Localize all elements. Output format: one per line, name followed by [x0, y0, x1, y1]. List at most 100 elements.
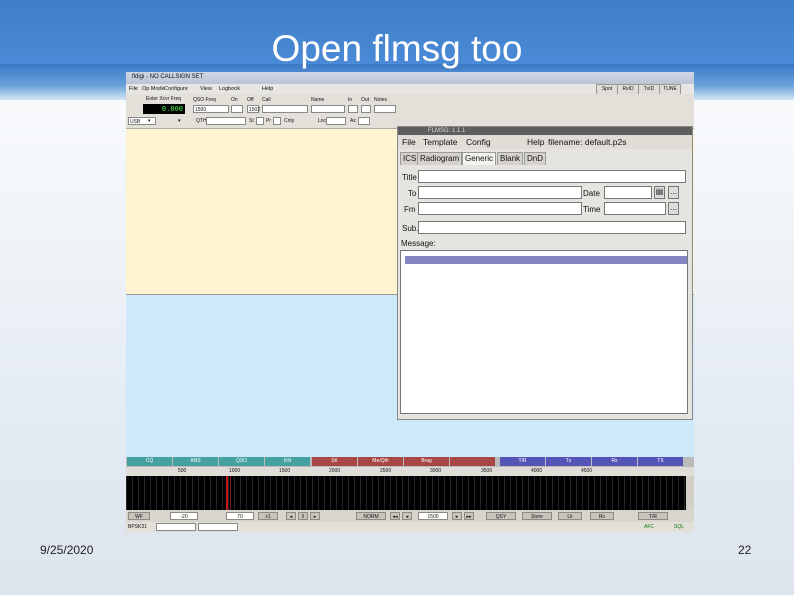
norm-button[interactable]: NORM	[356, 512, 386, 520]
tr-button[interactable]: T/R	[638, 512, 668, 520]
flmsg-menu-help[interactable]: Help	[527, 137, 544, 147]
step-forward-icon[interactable]: ▸	[452, 512, 462, 520]
off-label: Off	[247, 97, 254, 103]
signal-range-field[interactable]: 70	[226, 512, 254, 520]
carrier-freq-field[interactable]: 1500	[418, 512, 448, 520]
time-on-field[interactable]	[231, 105, 243, 113]
status-bar: BPSK31 AFC SQL	[126, 522, 694, 532]
scale-tick: 500	[178, 468, 187, 474]
azimuth-field[interactable]	[358, 117, 370, 125]
date-picker-button[interactable]: ...	[668, 186, 679, 199]
fast-forward-icon[interactable]: ▸▸	[464, 512, 474, 520]
macro-bar: CQ ANS QSO KN SK Me/Qth Brag T/R Tx Rx T…	[126, 457, 694, 467]
scale-tick: 4500	[581, 468, 593, 474]
wf-mode-button[interactable]: WF	[128, 512, 150, 520]
rewind-icon[interactable]: ◂	[286, 512, 296, 520]
status-field-2	[198, 523, 238, 531]
rst-out-field[interactable]	[361, 105, 371, 113]
time-picker-button[interactable]: ...	[668, 202, 679, 215]
out-label: Out	[361, 97, 370, 103]
macro-kn[interactable]: KN	[265, 457, 310, 466]
macro-qso[interactable]: QSO	[219, 457, 264, 466]
menu-file[interactable]: File	[129, 86, 138, 92]
tab-dnd[interactable]: DnD	[524, 152, 547, 165]
date-label: Date	[583, 189, 600, 198]
forward-icon[interactable]: ▸	[310, 512, 320, 520]
macro-sk[interactable]: SK	[312, 457, 357, 466]
macro-brag[interactable]: Brag	[404, 457, 449, 466]
signal-level-field[interactable]: -20	[170, 512, 198, 520]
slide-date: 9/25/2020	[40, 543, 94, 557]
tab-radiogram[interactable]: Radiogram	[417, 152, 463, 165]
fm-field[interactable]	[418, 202, 582, 215]
qso-freq-field[interactable]: 1500	[193, 105, 229, 113]
macro-ans[interactable]: ANS	[173, 457, 218, 466]
tuning-cursor[interactable]	[226, 476, 228, 510]
time-field[interactable]	[604, 202, 666, 215]
waterfall[interactable]	[126, 476, 686, 510]
menu-help[interactable]: Help	[262, 86, 273, 92]
status-mode[interactable]: BPSK31	[128, 524, 147, 530]
pause-icon[interactable]: ‖	[298, 512, 308, 520]
afc-toggle[interactable]: AFC	[644, 524, 654, 530]
qso-freq-label: QSO Freq	[193, 97, 216, 103]
macro-empty[interactable]	[450, 457, 495, 466]
scale-tick: 2000	[329, 468, 341, 474]
calendar-icon[interactable]: ▤	[654, 186, 665, 199]
flmsg-titlebar: FLMSG: 1.1.1	[398, 127, 692, 135]
menu-op-mode[interactable]: Op Mode	[142, 86, 165, 92]
frequency-display[interactable]: 0.000	[143, 104, 185, 114]
enter-xcvr-freq-label: Enter Xcvr Freq	[146, 96, 182, 102]
mode-select[interactable]: USB	[128, 117, 156, 125]
date-field[interactable]	[604, 186, 652, 199]
tab-generic[interactable]: Generic	[462, 152, 497, 165]
macro-tx-2[interactable]: TX	[638, 457, 683, 466]
lock-button[interactable]: Lk	[558, 512, 582, 520]
rst-in-field[interactable]	[348, 105, 358, 113]
to-label: To	[408, 189, 417, 198]
status-field-1	[156, 523, 196, 531]
subject-field[interactable]	[418, 221, 686, 234]
macro-rx[interactable]: Rx	[592, 457, 637, 466]
menu-logbook[interactable]: Logbook	[219, 86, 240, 92]
title-field[interactable]	[418, 170, 686, 183]
sql-toggle[interactable]: SQL	[674, 524, 684, 530]
waterfall-controls: WF -20 70 x1 ◂ ‖ ▸ NORM ◂◂ ◂ 1500 ▸ ▸▸ Q…	[126, 510, 694, 522]
flmsg-menu-config[interactable]: Config	[466, 137, 491, 147]
step-back-icon[interactable]: ◂	[402, 512, 412, 520]
zoom-button[interactable]: x1	[258, 512, 278, 520]
to-field[interactable]	[418, 186, 582, 199]
call-label: Call	[262, 97, 271, 103]
province-field[interactable]	[273, 117, 281, 125]
menu-view[interactable]: View	[200, 86, 212, 92]
macro-me-qth[interactable]: Me/Qth	[358, 457, 403, 466]
notes-field[interactable]	[374, 105, 396, 113]
locator-field[interactable]	[326, 117, 346, 125]
notes-label: Notes	[374, 97, 388, 103]
state-field[interactable]	[256, 117, 264, 125]
call-field[interactable]	[262, 105, 308, 113]
qth-field[interactable]	[206, 117, 246, 125]
fast-rewind-icon[interactable]: ◂◂	[390, 512, 400, 520]
flmsg-menu-template[interactable]: Template	[423, 137, 458, 147]
tab-blank[interactable]: Blank	[497, 152, 524, 165]
country-field[interactable]	[283, 117, 313, 125]
bandwidth-chevron-down-icon: ▾	[178, 118, 181, 124]
message-selection	[405, 256, 687, 264]
qsy-button[interactable]: QSY	[486, 512, 516, 520]
time-off-field[interactable]: 1502	[247, 105, 260, 113]
pr-label: Pr	[266, 118, 271, 124]
menu-configure[interactable]: Configure	[164, 86, 188, 92]
message-textarea[interactable]	[400, 250, 688, 414]
name-field[interactable]	[311, 105, 345, 113]
flmsg-menu-file[interactable]: File	[402, 137, 416, 147]
store-button[interactable]: Store	[522, 512, 552, 520]
macro-t-r[interactable]: T/R	[500, 457, 545, 466]
fldigi-window-title: fldigi - NO CALLSIGN SET	[132, 74, 204, 80]
macro-cq[interactable]: CQ	[127, 457, 172, 466]
name-label: Name	[311, 97, 325, 103]
reverse-button[interactable]: Rv	[590, 512, 614, 520]
sub-label: Sub.	[402, 224, 419, 233]
on-label: On	[231, 97, 238, 103]
macro-tx[interactable]: Tx	[546, 457, 591, 466]
